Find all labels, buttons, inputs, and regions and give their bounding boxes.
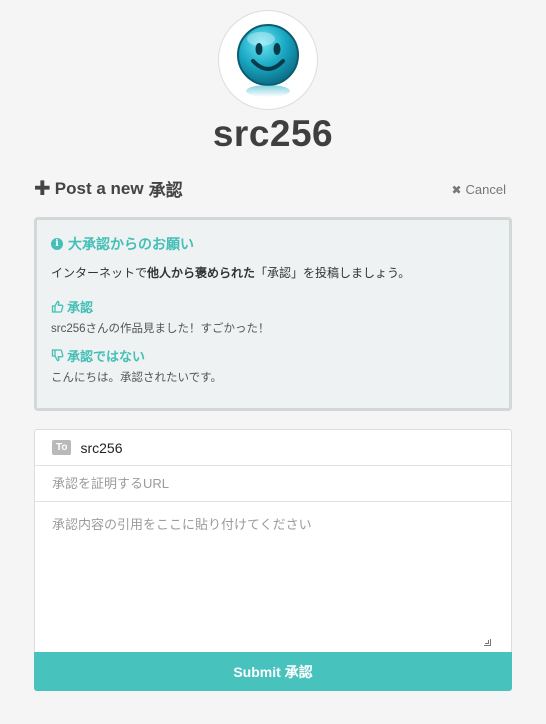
info-title: i 大承認からのお願い [51,234,495,254]
info-line-emph: 他人から褒められた [147,266,256,280]
post-title-word: 承認 [148,181,183,200]
quote-textarea[interactable] [52,514,492,634]
recipient-value: src256 [80,439,123,456]
thumbs-down-icon [51,349,64,362]
to-badge: To [52,440,72,455]
info-description: インターネットで他人から褒められた「承認」を投稿しましょう。 [51,264,495,281]
bad-example-label: 承認ではない [67,349,146,364]
info-line-after: 「承認」を投稿しましょう。 [255,266,411,280]
quote-wrap [35,502,511,650]
good-example-label: 承認 [67,300,94,315]
resize-handle-icon[interactable] [484,639,491,646]
post-form: To src256 Submit 承認 [34,429,512,691]
cancel-button[interactable]: ✖ Cancel [451,182,506,197]
url-row [35,466,511,502]
post-title-prefix: Post a new [54,178,144,198]
avatar [218,10,318,110]
smiley-face-icon [237,24,299,97]
cancel-label: Cancel [465,182,506,197]
good-example-title: 承認 [51,297,495,316]
info-icon: i [51,238,63,250]
page-title: src256 [212,113,334,154]
url-input[interactable] [52,476,492,491]
page: src256 ✚ Post a new 承認 ✖ Cancel i 大承認からの… [0,0,546,724]
plus-icon: ✚ [34,177,51,200]
to-row: To src256 [35,430,511,466]
good-example-text: src256さんの作品見ました！すごかった！ [51,323,270,335]
close-icon: ✖ [451,182,462,197]
bad-example-text: こんにちは。承認されたいです。 [51,372,223,384]
submit-button[interactable]: Submit 承認 [34,652,512,691]
thumbs-up-icon [51,300,64,313]
info-line-before: インターネットで [51,266,148,280]
info-box: i 大承認からのお願い インターネットで他人から褒められた「承認」を投稿しましょ… [34,217,512,411]
info-title-text: 大承認からのお願い [68,236,194,252]
post-header: ✚ Post a new 承認 [34,176,183,201]
bad-example-title: 承認ではない [51,346,495,365]
